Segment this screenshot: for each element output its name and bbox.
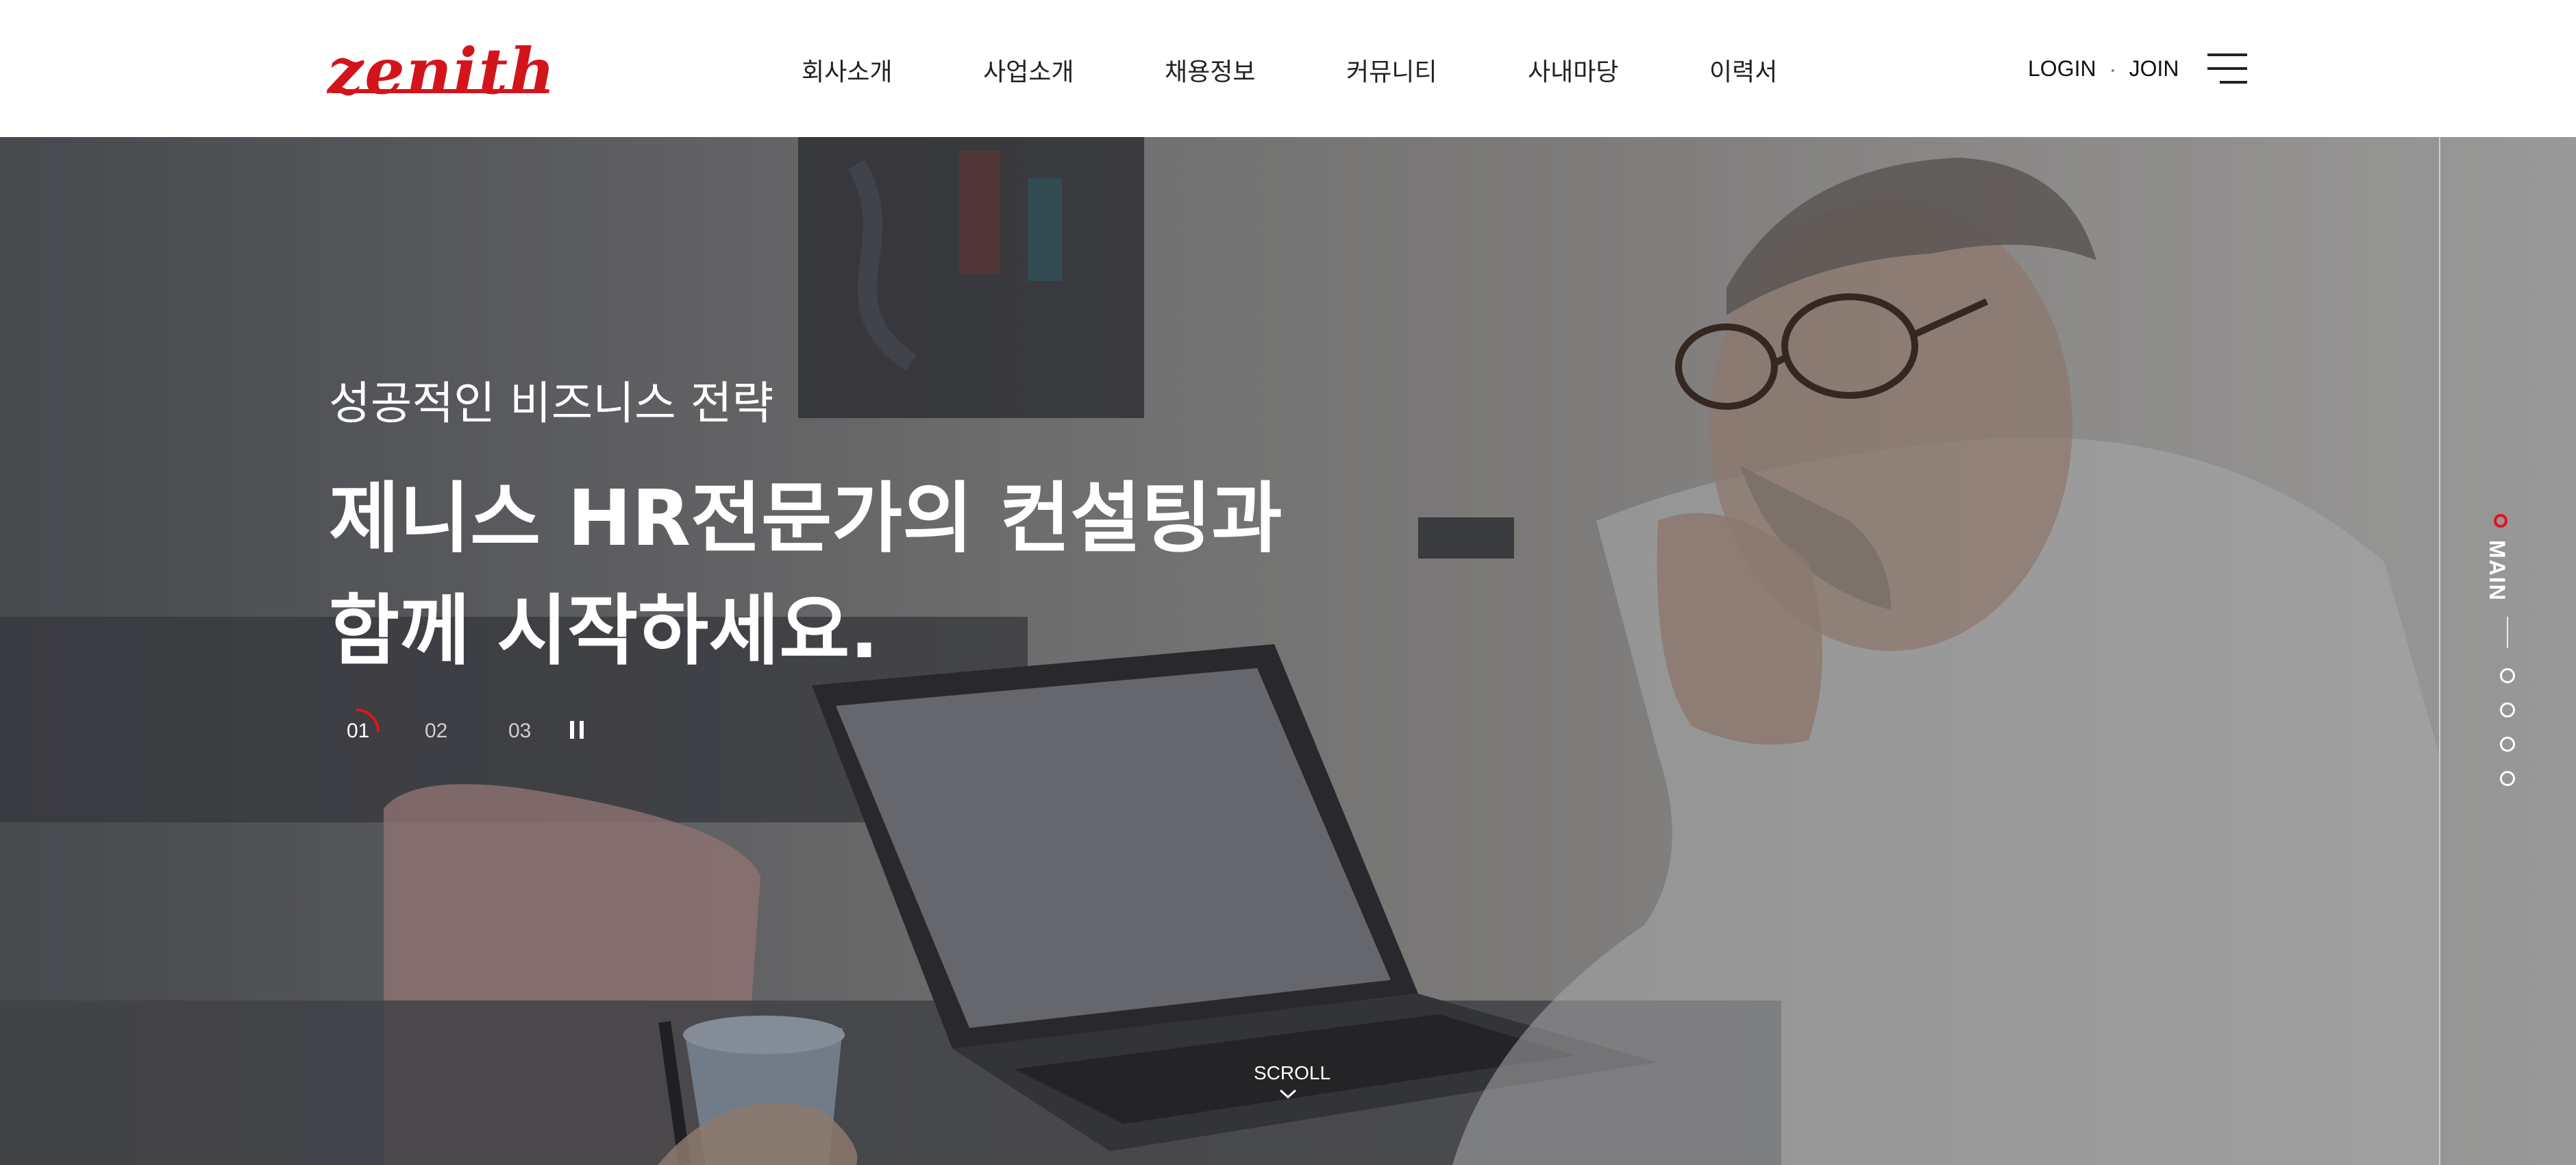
nav-item-recruit[interactable]: 채용정보 xyxy=(1165,52,1255,88)
hamburger-line xyxy=(2207,53,2247,56)
pause-icon[interactable] xyxy=(570,721,585,739)
slide-bullet-2[interactable]: 02 xyxy=(425,720,447,743)
side-nav-main-label: MAIN xyxy=(2485,540,2510,602)
util-links: LOGIN JOIN xyxy=(2028,56,2179,82)
main-navigation: 회사소개 사업소개 채용정보 커뮤니티 사내마당 이력서 xyxy=(0,52,2576,86)
scroll-label: SCROLL xyxy=(1254,1062,1331,1083)
login-link[interactable]: LOGIN xyxy=(2028,56,2096,81)
hero-title-line-1: 제니스 HR전문가의 컨설팅과 xyxy=(329,474,1283,563)
logo-underline xyxy=(330,89,548,93)
pause-bar xyxy=(580,721,584,739)
side-rail-line xyxy=(2439,137,2440,1165)
join-link[interactable]: JOIN xyxy=(2129,56,2179,81)
side-nav-divider xyxy=(2507,617,2508,648)
side-nav-dot-5[interactable] xyxy=(2500,771,2515,786)
side-nav-dot-2[interactable] xyxy=(2500,668,2515,683)
side-nav-dot-3[interactable] xyxy=(2500,702,2515,718)
side-nav-dot-4[interactable] xyxy=(2500,737,2515,752)
nav-item-resume[interactable]: 이력서 xyxy=(1709,52,1777,88)
active-dot-icon xyxy=(2494,514,2507,528)
pause-bar xyxy=(570,721,574,739)
nav-item-company[interactable]: 회사소개 xyxy=(802,52,892,88)
slide-bullet-3[interactable]: 03 xyxy=(508,720,531,743)
nav-item-business[interactable]: 사업소개 xyxy=(983,52,1074,88)
hero-title: 제니스 HR전문가의 컨설팅과 함께 시작하세요. xyxy=(329,463,1282,687)
util-separator xyxy=(2111,69,2114,72)
nav-item-internal[interactable]: 사내마당 xyxy=(1528,52,1618,88)
hero-slider: 성공적인 비즈니스 전략 제니스 HR전문가의 컨설팅과 함께 시작하세요. 0… xyxy=(0,137,2576,1165)
hero-title-line-2: 함께 시작하세요. xyxy=(329,587,879,676)
hero-subtitle: 성공적인 비즈니스 전략 xyxy=(329,377,774,430)
hamburger-line xyxy=(2207,67,2247,70)
slide-bullet-1[interactable]: 01 xyxy=(347,720,369,743)
chevron-down-icon xyxy=(1279,1089,1297,1099)
hamburger-line xyxy=(2220,81,2247,84)
scroll-indicator[interactable]: SCROLL xyxy=(1254,1062,1331,1099)
nav-item-community[interactable]: 커뮤니티 xyxy=(1346,52,1437,88)
site-header: zenith 회사소개 사업소개 채용정보 커뮤니티 사내마당 이력서 LOGI… xyxy=(0,0,2576,137)
hamburger-icon[interactable] xyxy=(2207,53,2247,84)
